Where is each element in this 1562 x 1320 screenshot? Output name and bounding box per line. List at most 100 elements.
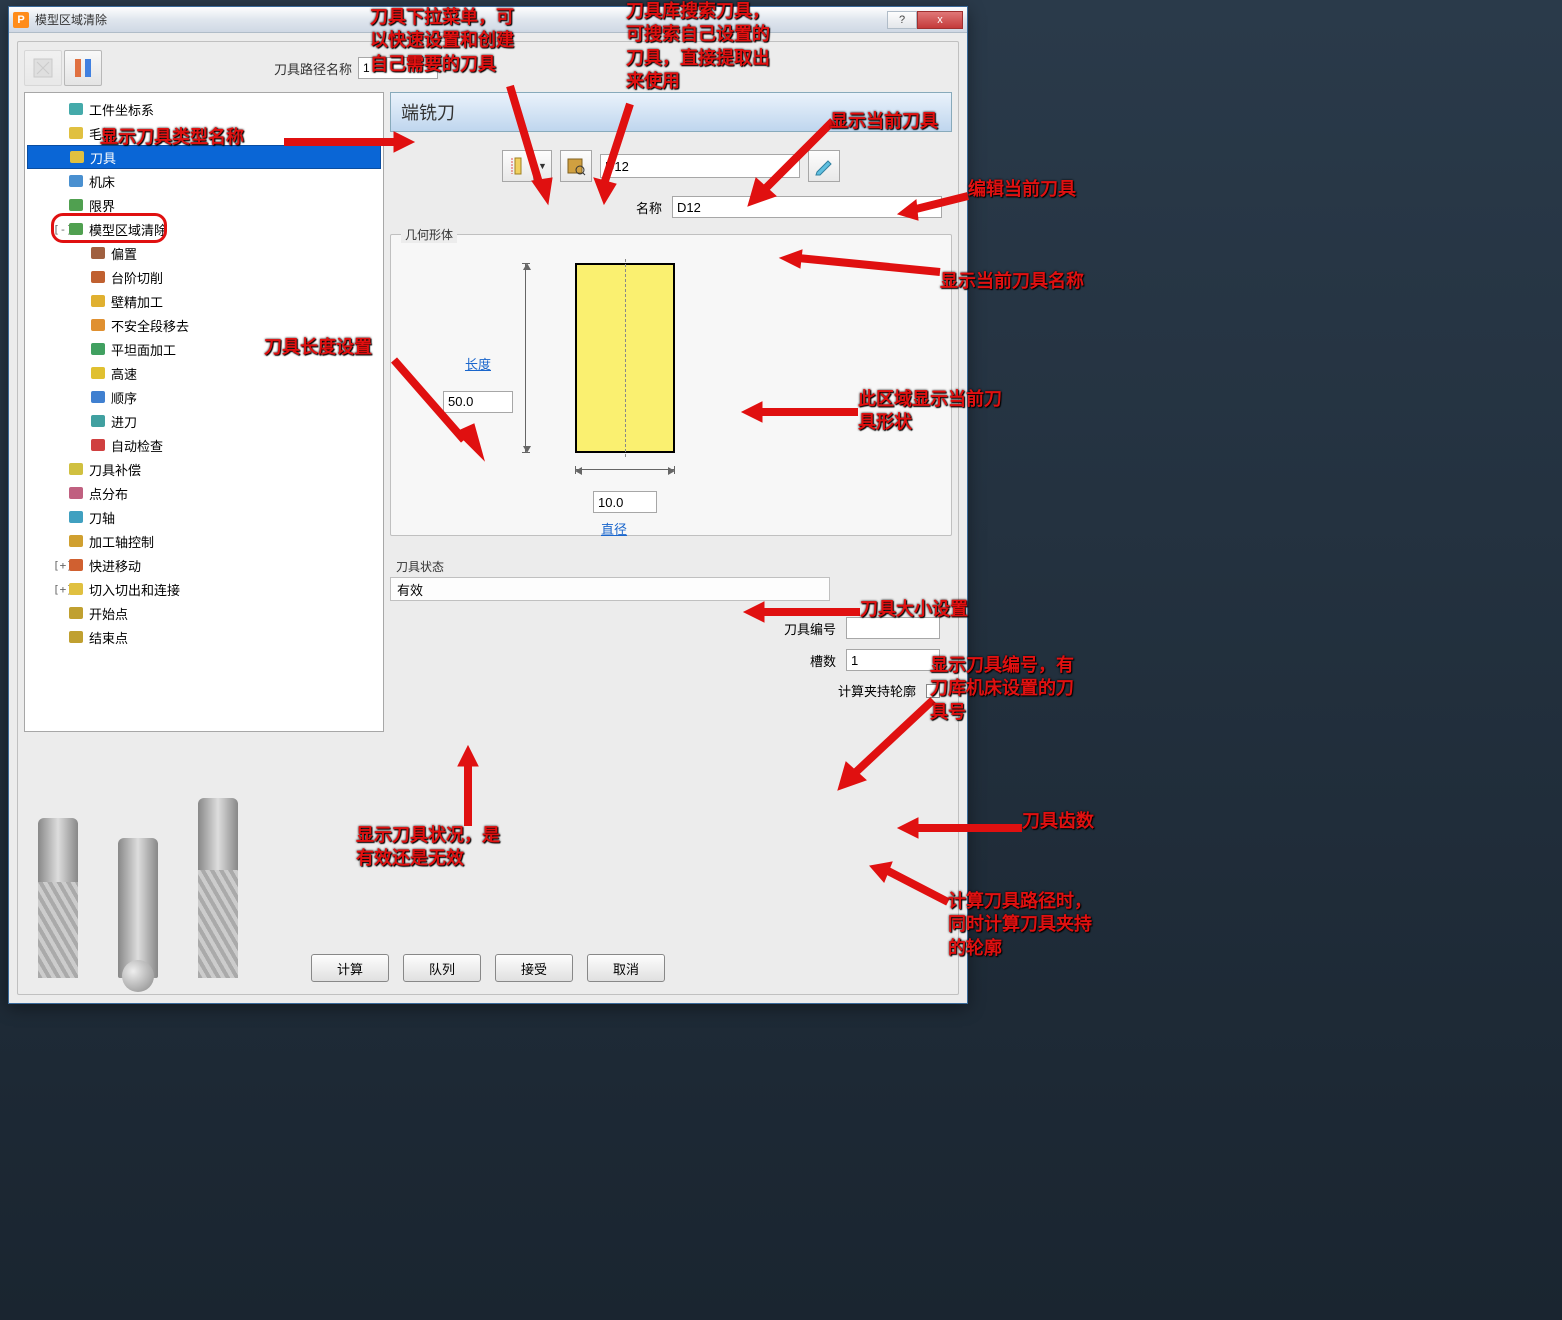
tree-item-label: 平坦面加工 <box>111 340 176 359</box>
tree-item-step[interactable]: 台阶切削 <box>27 265 381 289</box>
tool-select-combo[interactable]: D12 ▼ <box>600 154 800 178</box>
tree-item-axis2[interactable]: 刀轴 <box>27 505 381 529</box>
tree-item-label: 加工轴控制 <box>89 532 154 551</box>
tree-view[interactable]: 工件坐标系毛坯刀具机床限界[-]模型区域清除偏置台阶切削壁精加工不安全段移去平坦… <box>24 92 384 732</box>
tree-item-flat[interactable]: 平坦面加工 <box>27 337 381 361</box>
endmill-icon <box>508 156 528 176</box>
tree-item-unsafe[interactable]: 不安全段移去 <box>27 313 381 337</box>
block-icon <box>67 125 85 141</box>
tool-3d-preview <box>38 798 238 978</box>
toolpath-name-input[interactable] <box>358 57 438 79</box>
toolpath-icon-button-2[interactable] <box>64 50 102 86</box>
tree-item-end[interactable]: 结束点 <box>27 625 381 649</box>
tool-number-input[interactable] <box>846 617 940 639</box>
tree-item-label: 偏置 <box>111 244 137 263</box>
tree-item-label: 台阶切削 <box>111 268 163 287</box>
tree-item-label: 切入切出和连接 <box>89 580 180 599</box>
tree-item-check[interactable]: 自动检查 <box>27 433 381 457</box>
tree-item-label: 壁精加工 <box>111 292 163 311</box>
app-icon: P <box>13 12 29 28</box>
length-input[interactable] <box>443 391 513 413</box>
close-button[interactable]: x <box>917 11 963 29</box>
tree-item-label: 刀具 <box>90 148 116 167</box>
tool-edit-button[interactable] <box>808 150 840 182</box>
tool-shape-rect <box>575 263 675 453</box>
toolpath-name-label: 刀具路径名称 <box>274 59 352 78</box>
axis2-icon <box>67 509 85 525</box>
flutes-label: 槽数 <box>810 651 836 670</box>
tree-item-label: 点分布 <box>89 484 128 503</box>
tree-item-label: 快进移动 <box>89 556 141 575</box>
tool-select-value: D12 <box>605 159 629 174</box>
length-link[interactable]: 长度 <box>465 354 491 373</box>
leads-icon <box>67 581 85 597</box>
unsafe-icon <box>89 317 107 333</box>
tree-item-points[interactable]: 点分布 <box>27 481 381 505</box>
comp-icon <box>67 461 85 477</box>
tool-state-legend: 刀具状态 <box>390 558 952 575</box>
tree-item-approach[interactable]: 进刀 <box>27 409 381 433</box>
tree-item-boundary[interactable]: 限界 <box>27 193 381 217</box>
tree-item-wall[interactable]: 壁精加工 <box>27 289 381 313</box>
help-button[interactable]: ? <box>887 11 917 29</box>
step-icon <box>89 269 107 285</box>
tool-create-dropdown[interactable]: ▼ <box>534 150 552 182</box>
strategy-icon <box>67 221 85 237</box>
tree-item-leads[interactable]: [+]切入切出和连接 <box>27 577 381 601</box>
tool-state-value: 有效 <box>390 577 830 601</box>
tree-item-strategy[interactable]: [-]模型区域清除 <box>27 217 381 241</box>
tool-panel: 端铣刀 ▼ D12 ▼ <box>390 92 952 944</box>
tree-item-label: 模型区域清除 <box>89 220 167 239</box>
flat-icon <box>89 341 107 357</box>
cancel-button[interactable]: 取消 <box>587 954 665 982</box>
calculate-button[interactable]: 计算 <box>311 954 389 982</box>
tree-item-machaxis[interactable]: 加工轴控制 <box>27 529 381 553</box>
tree-item-machine[interactable]: 机床 <box>27 169 381 193</box>
geometry-group: 几何形体 长度 直径 <box>390 234 952 536</box>
tree-item-block[interactable]: 毛坯 <box>27 121 381 145</box>
tree-item-axis[interactable]: 工件坐标系 <box>27 97 381 121</box>
tree-item-label: 刀轴 <box>89 508 115 527</box>
offset-icon <box>89 245 107 261</box>
chevron-down-icon: ▼ <box>786 161 795 171</box>
tree-item-order[interactable]: 顺序 <box>27 385 381 409</box>
tool-number-label: 刀具编号 <box>784 619 836 638</box>
accept-button[interactable]: 接受 <box>495 954 573 982</box>
boundary-icon <box>67 197 85 213</box>
tree-item-speed[interactable]: 高速 <box>27 361 381 385</box>
tree-item-rapid[interactable]: [+]快进移动 <box>27 553 381 577</box>
annotation-edit-current-tool: 编辑当前刀具 <box>968 178 1076 201</box>
tool-type-header: 端铣刀 <box>390 92 952 132</box>
tool-name-input[interactable] <box>672 196 942 218</box>
tree-item-label: 顺序 <box>111 388 137 407</box>
tree-item-tool[interactable]: 刀具 <box>27 145 381 169</box>
axis-icon <box>67 101 85 117</box>
diameter-link[interactable]: 直径 <box>601 519 627 538</box>
window-title: 模型区域清除 <box>35 11 887 28</box>
tree-item-start[interactable]: 开始点 <box>27 601 381 625</box>
tree-item-label: 结束点 <box>89 628 128 647</box>
order-icon <box>89 389 107 405</box>
tree-item-label: 高速 <box>111 364 137 383</box>
titlebar[interactable]: P 模型区域清除 ? x <box>9 7 967 33</box>
tool-icon <box>68 149 86 165</box>
tool-database-button[interactable] <box>560 150 592 182</box>
annotation-calc-holder: 计算刀具路径时， 同时计算刀具夹持 的轮廓 <box>948 890 1092 960</box>
tree-item-label: 刀具补偿 <box>89 460 141 479</box>
calc-holder-label: 计算夹持轮廓 <box>838 681 916 700</box>
tool-create-button[interactable] <box>502 150 534 182</box>
geometry-legend: 几何形体 <box>401 226 457 243</box>
tree-item-label: 工件坐标系 <box>89 100 154 119</box>
rapid-icon <box>67 557 85 573</box>
flutes-input[interactable] <box>846 649 940 671</box>
tree-item-offset[interactable]: 偏置 <box>27 241 381 265</box>
toolpath-icon-button-1[interactable] <box>24 50 62 86</box>
machaxis-icon <box>67 533 85 549</box>
calc-holder-checkbox[interactable] <box>926 684 940 698</box>
wall-icon <box>89 293 107 309</box>
tree-item-comp[interactable]: 刀具补偿 <box>27 457 381 481</box>
diameter-input[interactable] <box>593 491 657 513</box>
points-icon <box>67 485 85 501</box>
tree-item-label: 机床 <box>89 172 115 191</box>
queue-button[interactable]: 队列 <box>403 954 481 982</box>
